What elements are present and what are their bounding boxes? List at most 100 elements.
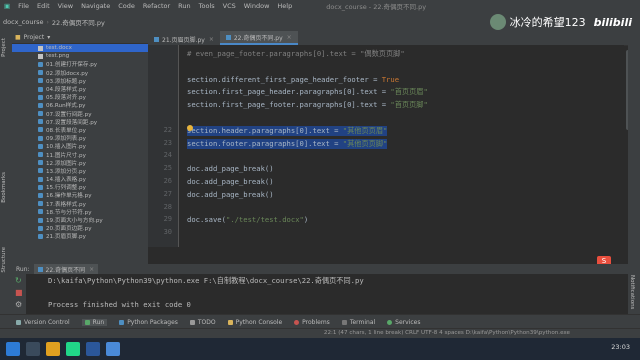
tool-version-control[interactable]: Version Control: [16, 319, 70, 326]
tool-services[interactable]: Services: [387, 319, 420, 326]
project-tree-item-label: 13.添加分页.py: [46, 168, 86, 175]
code-line[interactable]: doc.add_page_break(): [187, 177, 274, 186]
stop-icon[interactable]: ■: [15, 288, 23, 297]
app-logo-icon[interactable]: ▣: [0, 2, 14, 10]
code-line[interactable]: doc.add_page_break(): [187, 190, 274, 199]
browser-icon[interactable]: [106, 342, 120, 356]
tool-terminal[interactable]: Terminal: [341, 319, 375, 326]
project-tree-item[interactable]: 05.段落对齐.py: [12, 93, 148, 101]
project-tree-item[interactable]: 07.设置行间距.py: [12, 110, 148, 118]
python-file-icon: [154, 36, 159, 42]
project-tool-tab[interactable]: Project: [1, 38, 7, 57]
python-file-icon: [38, 160, 43, 166]
lightbulb-icon[interactable]: [187, 125, 193, 131]
run-console[interactable]: D:\kaifa\Python\Python39\python.exe F:\自…: [26, 274, 622, 314]
tool-python-packages[interactable]: Python Packages: [119, 319, 178, 326]
play-icon: [84, 319, 90, 325]
tab-22[interactable]: 22.奇偶页不同.py ×: [219, 31, 298, 45]
tool-todo[interactable]: TODO: [189, 319, 216, 326]
word-icon[interactable]: [86, 342, 100, 356]
run-panel-header: Run: 22.奇偶页不同 ×: [12, 264, 640, 274]
project-tree-item-label: 12.添加图片.py: [46, 160, 86, 167]
menu-help[interactable]: Help: [273, 2, 296, 10]
tool-problems[interactable]: Problems: [294, 319, 330, 326]
python-file-icon: [38, 192, 43, 198]
code-line[interactable]: section.footer.paragraphs[0].text = "其他页…: [187, 138, 388, 149]
python-file-icon: [37, 266, 43, 272]
project-tree-item[interactable]: 14.插入表格.py: [12, 175, 148, 183]
line-number: 28: [163, 202, 172, 211]
notifications-tool-tab[interactable]: Notifications: [629, 275, 635, 309]
code-line[interactable]: section.first_page_header.paragraphs[0].…: [187, 87, 428, 97]
project-tree-item[interactable]: 09.添加列表.py: [12, 134, 148, 142]
project-tree-item[interactable]: 16.操作单元格.py: [12, 191, 148, 199]
project-tree-item[interactable]: 06.Run样式.py: [12, 101, 148, 109]
project-panel-header: ■ Project ▾: [12, 32, 148, 44]
project-tree-item[interactable]: 19.页面大小与方向.py: [12, 216, 148, 224]
menu-code[interactable]: Code: [114, 2, 139, 10]
windows-start-icon[interactable]: [6, 342, 20, 356]
run-config-tab[interactable]: 22.奇偶页不同 ×: [33, 264, 99, 274]
structure-tool-tab[interactable]: Structure: [1, 247, 7, 273]
project-tree-item[interactable]: test.png: [12, 52, 148, 60]
breadcrumb-project[interactable]: docx_course: [0, 18, 47, 26]
code-line[interactable]: section.first_page_footer.paragraphs[0].…: [187, 100, 428, 110]
code-line[interactable]: # even_page_footer.paragraphs[0].text = …: [187, 49, 405, 59]
project-tree-item[interactable]: 21.页眉页脚.py: [12, 232, 148, 240]
menu-run[interactable]: Run: [174, 2, 194, 10]
menu-navigate[interactable]: Navigate: [77, 2, 114, 10]
tool-label: Python Packages: [127, 318, 178, 326]
breadcrumb-file[interactable]: 22.奇偶页不同.py: [49, 17, 108, 27]
project-tree-item[interactable]: 08.长表单位.py: [12, 126, 148, 134]
code-line[interactable]: doc.save("./test/test.docx"): [187, 215, 308, 224]
project-tree-item[interactable]: 12.添加图片.py: [12, 159, 148, 167]
tab-21[interactable]: 21.页眉页脚.py ×: [148, 33, 220, 45]
menu-file[interactable]: File: [14, 2, 33, 10]
python-file-icon: [38, 233, 43, 239]
project-tree-item[interactable]: 03.添加标题.py: [12, 77, 148, 85]
close-icon[interactable]: ×: [209, 36, 214, 43]
project-tree-item[interactable]: 18.节与分节符.py: [12, 208, 148, 216]
code-editor[interactable]: # even_page_footer.paragraphs[0].text = …: [179, 45, 624, 247]
line-number: 25: [163, 164, 172, 173]
rerun-icon[interactable]: ↻: [15, 276, 22, 285]
project-tree-item[interactable]: test.docx: [12, 44, 148, 53]
tool-run[interactable]: Run: [81, 318, 108, 326]
menu-edit[interactable]: Edit: [33, 2, 54, 10]
bottom-tool-bar: Version Control Run Python Packages TODO…: [0, 314, 640, 329]
chevron-down-icon[interactable]: ▾: [47, 34, 50, 41]
project-tree-item[interactable]: 15.行列调整.py: [12, 183, 148, 191]
menu-vcs[interactable]: VCS: [219, 2, 240, 10]
python-file-icon: [38, 201, 43, 207]
project-tree-item[interactable]: 02.添加docx.py: [12, 69, 148, 77]
menu-window[interactable]: Window: [240, 2, 274, 10]
project-tree-item[interactable]: 11.图片尺寸.py: [12, 150, 148, 159]
folder-icon[interactable]: [46, 342, 60, 356]
close-icon[interactable]: ×: [89, 266, 94, 273]
pycharm-icon[interactable]: [66, 342, 80, 356]
project-tree-item[interactable]: 17.表格样式.py: [12, 200, 148, 208]
tool-label: Run: [92, 318, 105, 326]
project-tree-item[interactable]: 07.设置段落间距.py: [12, 118, 148, 126]
search-icon[interactable]: [26, 342, 40, 356]
tool-python-console[interactable]: Python Console: [227, 319, 282, 326]
project-panel-title[interactable]: Project: [24, 34, 45, 41]
menu-tools[interactable]: Tools: [195, 2, 219, 10]
project-tree-item[interactable]: 20.页面页边距.py: [12, 224, 148, 232]
project-tree-item[interactable]: 10.插入图片.py: [12, 142, 148, 150]
status-text[interactable]: 22:1 (47 chars, 1 line break) CRLF UTF-8…: [324, 330, 570, 336]
project-tree-item-label: 16.操作单元格.py: [46, 193, 92, 200]
code-line[interactable]: doc.add_page_break(): [187, 164, 274, 173]
file-icon: [38, 45, 43, 51]
close-icon[interactable]: ×: [287, 34, 292, 41]
menu-refactor[interactable]: Refactor: [139, 2, 174, 10]
project-tree-item[interactable]: 13.添加分页.py: [12, 167, 148, 175]
bookmarks-tool-tab[interactable]: Bookmarks: [1, 172, 7, 203]
settings-icon[interactable]: ⚙: [15, 300, 22, 309]
menu-view[interactable]: View: [54, 2, 77, 10]
code-line[interactable]: section.header.paragraphs[0].text = "其他页…: [187, 125, 388, 136]
code-line[interactable]: section.different_first_page_header_foot…: [187, 75, 399, 84]
python-file-icon: [38, 119, 43, 125]
project-tree-item[interactable]: 01.创建打开保存.py: [12, 60, 148, 68]
project-tree-item[interactable]: 04.段落样式.py: [12, 85, 148, 93]
